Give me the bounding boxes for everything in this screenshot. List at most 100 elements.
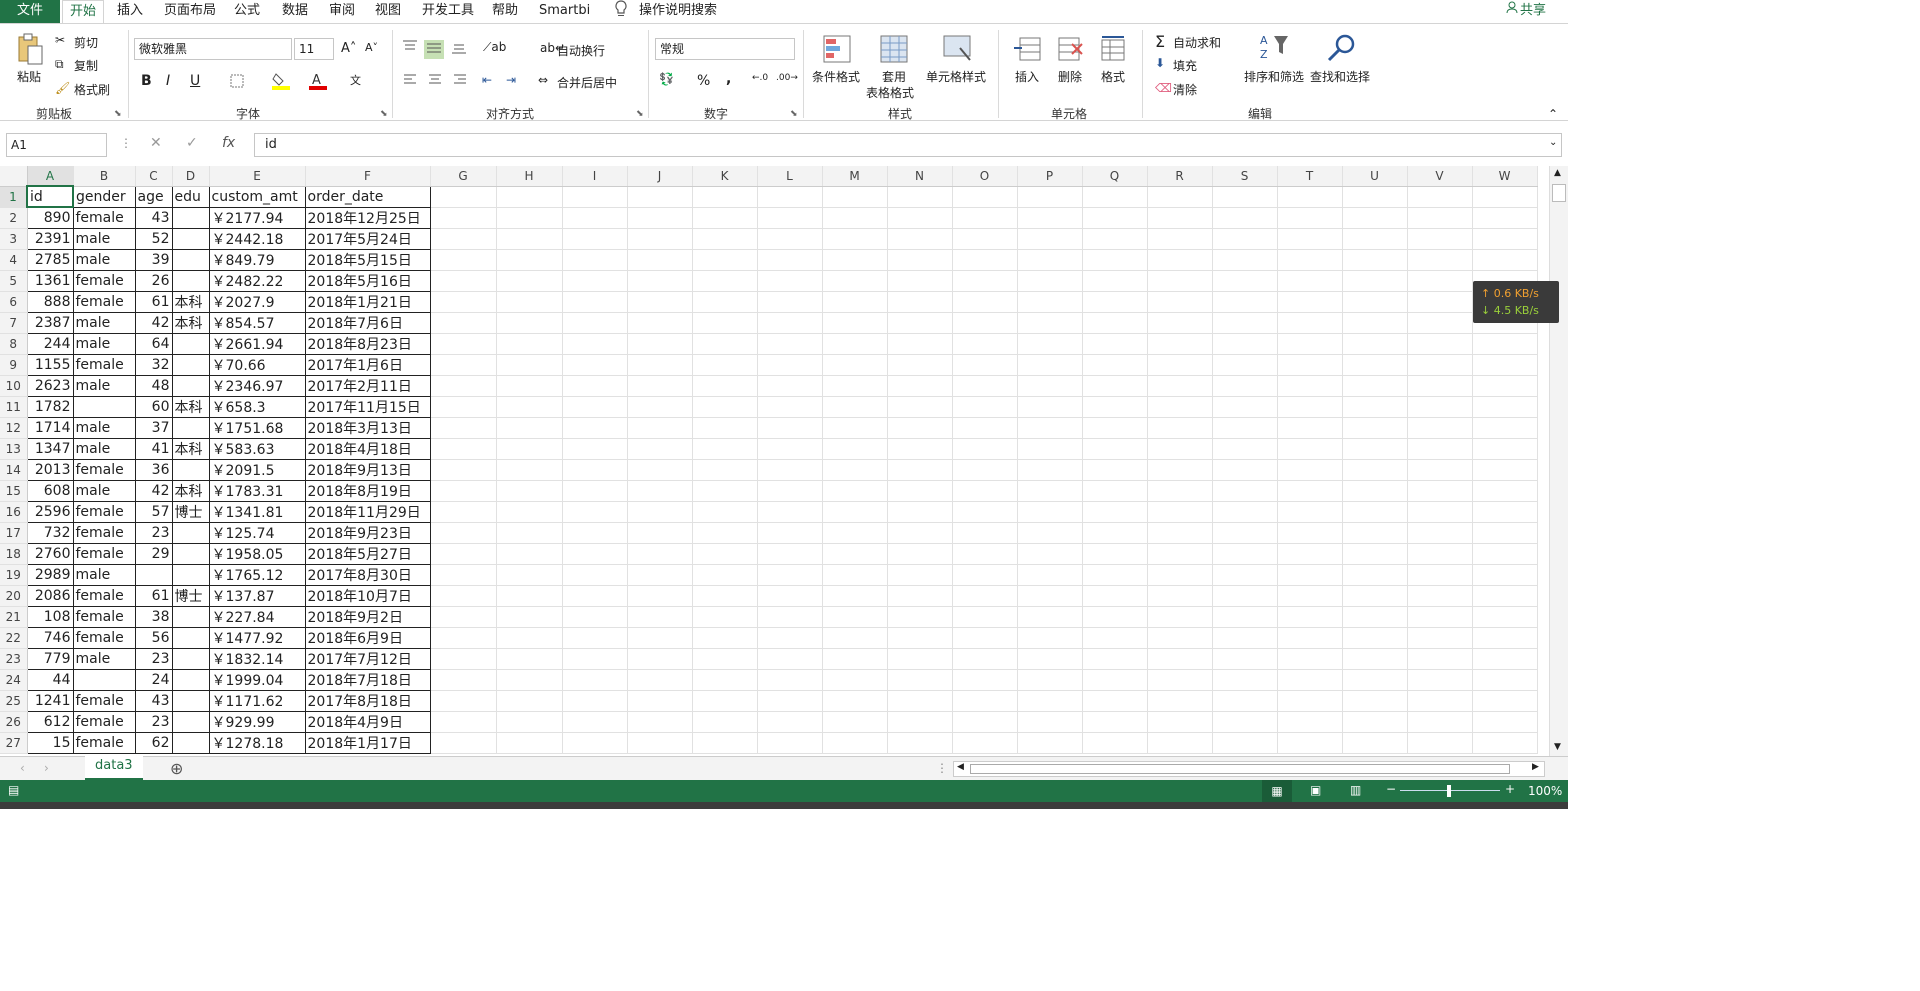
cell[interactable] [1147, 459, 1213, 481]
cell[interactable] [1342, 375, 1408, 397]
cell[interactable] [627, 312, 693, 334]
cell[interactable]: ￥1765.12 [208, 563, 306, 586]
column-header-F[interactable]: F [305, 166, 431, 187]
column-header-D[interactable]: D [172, 166, 210, 187]
cell[interactable] [1407, 354, 1473, 376]
cell[interactable] [496, 669, 563, 691]
cell[interactable] [887, 711, 953, 733]
cell[interactable] [171, 374, 210, 397]
cell[interactable] [562, 207, 628, 229]
cell[interactable]: ￥1999.04 [208, 668, 306, 691]
cell[interactable]: 2018年5月27日 [304, 542, 431, 565]
cell[interactable]: ￥1832.14 [208, 647, 306, 670]
cell[interactable] [1017, 606, 1083, 628]
cell[interactable] [1212, 501, 1278, 523]
cell[interactable] [171, 710, 210, 733]
cell[interactable] [1147, 690, 1213, 712]
cell[interactable] [692, 480, 758, 502]
cell[interactable]: ￥2482.22 [208, 269, 306, 292]
cell[interactable] [692, 312, 758, 334]
cell[interactable] [1472, 690, 1538, 712]
cell[interactable] [562, 333, 628, 355]
cell[interactable]: male [72, 227, 136, 250]
cell[interactable] [822, 375, 888, 397]
cell[interactable] [1277, 648, 1343, 670]
cell[interactable] [1212, 270, 1278, 292]
italic-button[interactable]: I [166, 73, 170, 89]
cell[interactable] [430, 333, 497, 355]
cell[interactable] [627, 228, 693, 250]
column-header-I[interactable]: I [562, 166, 628, 187]
row-header[interactable]: 7 [0, 312, 28, 334]
decrease-decimal-icon[interactable]: .00→ [776, 73, 798, 83]
cell[interactable] [1407, 291, 1473, 313]
cell[interactable]: 2018年10月7日 [304, 584, 431, 607]
formula-input[interactable]: id [254, 133, 1562, 157]
cell[interactable] [1147, 186, 1213, 208]
cell[interactable]: age [134, 185, 173, 208]
cell[interactable] [1277, 480, 1343, 502]
cell[interactable] [692, 711, 758, 733]
cell[interactable] [1212, 207, 1278, 229]
cell[interactable]: 2018年8月23日 [304, 332, 431, 355]
cell[interactable] [822, 459, 888, 481]
cell[interactable] [430, 417, 497, 439]
align-left-icon[interactable] [403, 74, 417, 89]
cell[interactable] [1277, 690, 1343, 712]
conditional-format-icon[interactable] [822, 34, 852, 67]
cancel-icon[interactable]: ✕ [150, 135, 162, 151]
cell[interactable] [171, 689, 210, 712]
cell[interactable] [822, 669, 888, 691]
cell[interactable] [627, 291, 693, 313]
cell[interactable]: 2018年7月6日 [304, 311, 431, 334]
cell[interactable]: 43 [134, 206, 173, 229]
cell[interactable]: 2086 [26, 584, 74, 607]
cell[interactable] [627, 606, 693, 628]
cell[interactable] [1212, 186, 1278, 208]
cell[interactable] [1472, 228, 1538, 250]
cell[interactable] [1082, 207, 1148, 229]
cell[interactable] [627, 690, 693, 712]
cell[interactable] [430, 669, 497, 691]
cell[interactable]: male [72, 416, 136, 439]
cell[interactable]: female [72, 626, 136, 649]
paste-button[interactable]: 粘贴 [17, 68, 41, 85]
cell[interactable] [822, 543, 888, 565]
cell[interactable] [1342, 480, 1408, 502]
expand-formula-icon[interactable]: ⌄ [1549, 137, 1557, 148]
cell[interactable]: 60 [134, 395, 173, 418]
cell[interactable] [496, 312, 563, 334]
cell[interactable] [692, 690, 758, 712]
cell[interactable] [1147, 291, 1213, 313]
percent-button[interactable]: % [697, 73, 710, 89]
cell[interactable] [822, 417, 888, 439]
cell[interactable] [1472, 627, 1538, 649]
cell[interactable]: 38 [134, 605, 173, 628]
cell[interactable] [952, 291, 1018, 313]
tab-insert[interactable]: 插入 [110, 0, 150, 23]
cell[interactable] [1407, 417, 1473, 439]
cell[interactable] [496, 732, 563, 754]
cell[interactable]: 2018年1月17日 [304, 731, 431, 754]
cell[interactable]: ￥1341.81 [208, 500, 306, 523]
cell[interactable] [430, 186, 497, 208]
cell[interactable] [692, 396, 758, 418]
normal-view-icon[interactable]: ▦ [1262, 780, 1292, 802]
cell[interactable] [72, 395, 136, 418]
column-header-H[interactable]: H [496, 166, 563, 187]
cell[interactable] [1082, 228, 1148, 250]
cell[interactable] [171, 416, 210, 439]
cell[interactable] [496, 333, 563, 355]
cell[interactable] [692, 249, 758, 271]
cell[interactable]: 43 [134, 689, 173, 712]
cut-button[interactable]: 剪切 [74, 34, 98, 51]
column-header-B[interactable]: B [73, 166, 136, 187]
cell[interactable] [1082, 396, 1148, 418]
cell[interactable]: ￥1958.05 [208, 542, 306, 565]
cell[interactable] [1082, 501, 1148, 523]
cell[interactable] [496, 228, 563, 250]
cell[interactable] [1407, 690, 1473, 712]
cell[interactable] [1212, 291, 1278, 313]
cell[interactable] [1407, 438, 1473, 460]
cell[interactable] [1082, 459, 1148, 481]
